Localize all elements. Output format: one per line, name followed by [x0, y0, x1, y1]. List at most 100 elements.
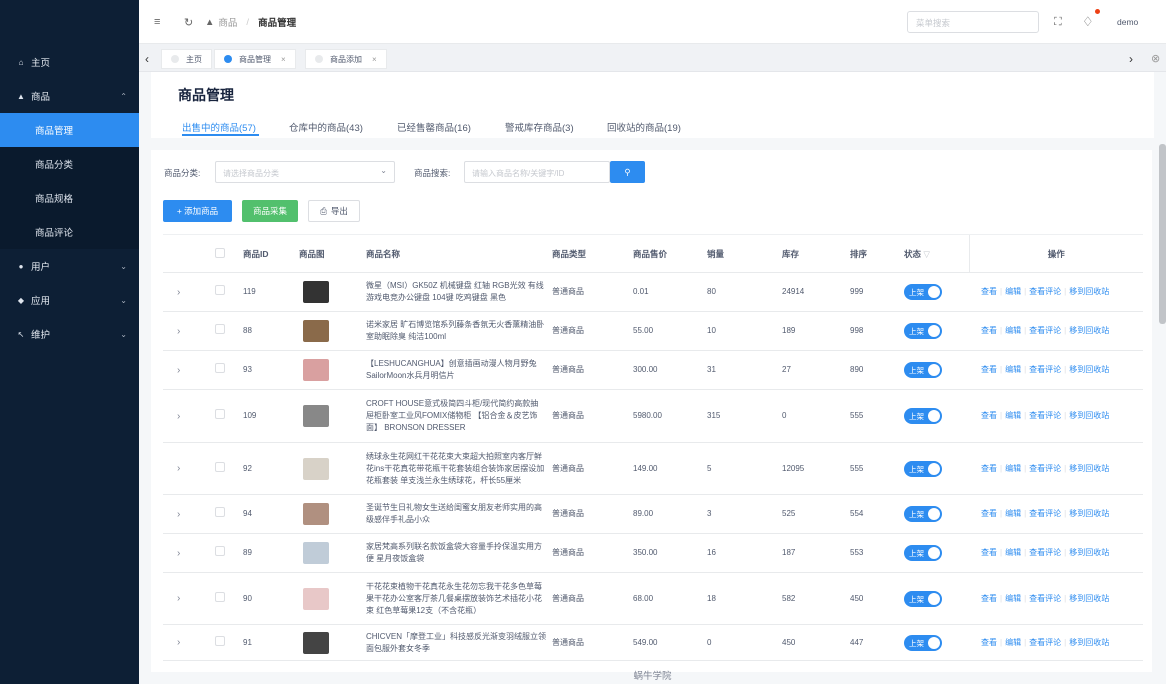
row-checkbox[interactable] — [215, 635, 225, 646]
move-to-recycle-link[interactable]: 移到回收站 — [1069, 594, 1109, 603]
expand-row-icon[interactable]: › — [163, 350, 203, 390]
export-button[interactable]: ⎙ 导出 — [308, 200, 360, 222]
row-checkbox[interactable] — [215, 461, 225, 472]
edit-link[interactable]: 编辑 — [1005, 411, 1021, 420]
move-to-recycle-link[interactable]: 移到回收站 — [1069, 638, 1109, 647]
view-reviews-link[interactable]: 查看评论 — [1029, 638, 1061, 647]
collect-goods-button[interactable]: 商品采集 — [242, 200, 298, 222]
refresh-icon[interactable]: ↻ — [184, 0, 193, 44]
move-to-recycle-link[interactable]: 移到回收站 — [1069, 326, 1109, 335]
view-reviews-link[interactable]: 查看评论 — [1029, 548, 1061, 557]
view-link[interactable]: 查看 — [981, 411, 997, 420]
product-image[interactable] — [303, 281, 329, 303]
edit-link[interactable]: 编辑 — [1005, 464, 1021, 473]
tab-goods-add[interactable]: 商品添加 × — [305, 49, 387, 69]
tabs-scroll-right-icon[interactable]: › — [1129, 45, 1133, 72]
view-link[interactable]: 查看 — [981, 594, 997, 603]
expand-row-icon[interactable]: › — [163, 624, 203, 661]
product-image[interactable] — [303, 542, 329, 564]
search-button[interactable]: ⚲ — [610, 161, 645, 183]
status-toggle[interactable]: 上架 — [904, 408, 942, 424]
view-reviews-link[interactable]: 查看评论 — [1029, 594, 1061, 603]
close-icon[interactable]: × — [372, 55, 377, 64]
sidebar-subitem-goods-review[interactable]: 商品评论 — [0, 215, 139, 249]
tab-goods-manage[interactable]: 商品管理 × — [214, 49, 296, 69]
close-all-icon[interactable]: ⊗ — [1151, 45, 1160, 72]
expand-row-icon[interactable]: › — [163, 311, 203, 351]
product-image[interactable] — [303, 587, 329, 610]
view-link[interactable]: 查看 — [981, 287, 997, 296]
view-link[interactable]: 查看 — [981, 365, 997, 374]
breadcrumb-home[interactable]: 商品 — [218, 15, 237, 29]
product-image[interactable] — [303, 359, 329, 381]
product-image[interactable] — [303, 457, 329, 480]
expand-row-icon[interactable]: › — [163, 442, 203, 495]
row-checkbox[interactable] — [215, 591, 225, 602]
move-to-recycle-link[interactable]: 移到回收站 — [1069, 464, 1109, 473]
sidebar-item-app[interactable]: ◆ 应用 ⌄ — [0, 283, 139, 317]
sidebar-item-home[interactable]: ⌂ 主页 — [0, 45, 139, 79]
tabs-scroll-left-icon[interactable]: ‹ — [145, 45, 149, 72]
filter-icon[interactable]: ▽ — [923, 249, 930, 259]
view-link[interactable]: 查看 — [981, 548, 997, 557]
edit-link[interactable]: 编辑 — [1005, 287, 1021, 296]
status-toggle[interactable]: 上架 — [904, 362, 942, 378]
view-reviews-link[interactable]: 查看评论 — [1029, 326, 1061, 335]
expand-row-icon[interactable]: › — [163, 272, 203, 312]
select-all-checkbox[interactable] — [215, 247, 225, 258]
sidebar-item-user[interactable]: ● 用户 ⌄ — [0, 249, 139, 283]
subtab-recycle[interactable]: 回收站的商品(19) — [607, 120, 681, 134]
view-reviews-link[interactable]: 查看评论 — [1029, 365, 1061, 374]
subtab-warehouse[interactable]: 仓库中的商品(43) — [289, 120, 363, 134]
sidebar-subitem-goods-category[interactable]: 商品分类 — [0, 147, 139, 181]
row-checkbox[interactable] — [215, 324, 225, 334]
move-to-recycle-link[interactable]: 移到回收站 — [1069, 287, 1109, 296]
edit-link[interactable]: 编辑 — [1005, 365, 1021, 374]
status-toggle[interactable]: 上架 — [904, 460, 942, 477]
category-select[interactable]: 请选择商品分类 ⌄ — [215, 161, 395, 183]
page-scrollbar[interactable] — [1159, 144, 1166, 324]
sidebar-subitem-goods-manage[interactable]: 商品管理 — [0, 113, 139, 147]
subtab-sold-out[interactable]: 已经售罄商品(16) — [397, 120, 471, 134]
subtab-on-sale[interactable]: 出售中的商品(57) — [182, 120, 256, 134]
add-goods-button[interactable]: + 添加商品 — [163, 200, 232, 222]
product-image[interactable] — [303, 405, 329, 427]
move-to-recycle-link[interactable]: 移到回收站 — [1069, 509, 1109, 518]
view-link[interactable]: 查看 — [981, 464, 997, 473]
menu-toggle-icon[interactable]: ≡ — [154, 0, 160, 44]
sidebar-subitem-goods-spec[interactable]: 商品规格 — [0, 181, 139, 215]
subtab-low-stock[interactable]: 警戒库存商品(3) — [505, 120, 574, 134]
status-toggle[interactable]: 上架 — [904, 634, 942, 651]
row-checkbox[interactable] — [215, 409, 225, 419]
tab-home[interactable]: 主页 — [161, 49, 212, 69]
edit-link[interactable]: 编辑 — [1005, 509, 1021, 518]
product-image[interactable] — [303, 320, 329, 342]
sidebar-item-maintain[interactable]: ↖ 维护 ⌄ — [0, 317, 139, 351]
move-to-recycle-link[interactable]: 移到回收站 — [1069, 365, 1109, 374]
move-to-recycle-link[interactable]: 移到回收站 — [1069, 548, 1109, 557]
view-reviews-link[interactable]: 查看评论 — [1029, 509, 1061, 518]
user-name[interactable]: demo — [1117, 0, 1138, 44]
view-reviews-link[interactable]: 查看评论 — [1029, 411, 1061, 420]
view-link[interactable]: 查看 — [981, 326, 997, 335]
sidebar-item-goods[interactable]: ▲ 商品 ⌃ — [0, 79, 139, 113]
expand-row-icon[interactable]: › — [163, 494, 203, 534]
goods-search-input[interactable]: 请输入商品名称/关键字/ID — [464, 161, 610, 183]
view-link[interactable]: 查看 — [981, 638, 997, 647]
edit-link[interactable]: 编辑 — [1005, 638, 1021, 647]
row-checkbox[interactable] — [215, 285, 225, 295]
row-checkbox[interactable] — [215, 546, 225, 556]
close-icon[interactable]: × — [281, 55, 286, 64]
status-toggle[interactable]: 上架 — [904, 590, 942, 607]
status-toggle[interactable]: 上架 — [904, 506, 942, 522]
status-toggle[interactable]: 上架 — [904, 545, 942, 561]
view-reviews-link[interactable]: 查看评论 — [1029, 287, 1061, 296]
view-link[interactable]: 查看 — [981, 509, 997, 518]
expand-row-icon[interactable]: › — [163, 572, 203, 625]
product-image[interactable] — [303, 631, 329, 654]
expand-row-icon[interactable]: › — [163, 533, 203, 573]
status-toggle[interactable]: 上架 — [904, 323, 942, 339]
row-checkbox[interactable] — [215, 363, 225, 373]
view-reviews-link[interactable]: 查看评论 — [1029, 464, 1061, 473]
fullscreen-icon[interactable]: ⛶ — [1054, 0, 1062, 44]
